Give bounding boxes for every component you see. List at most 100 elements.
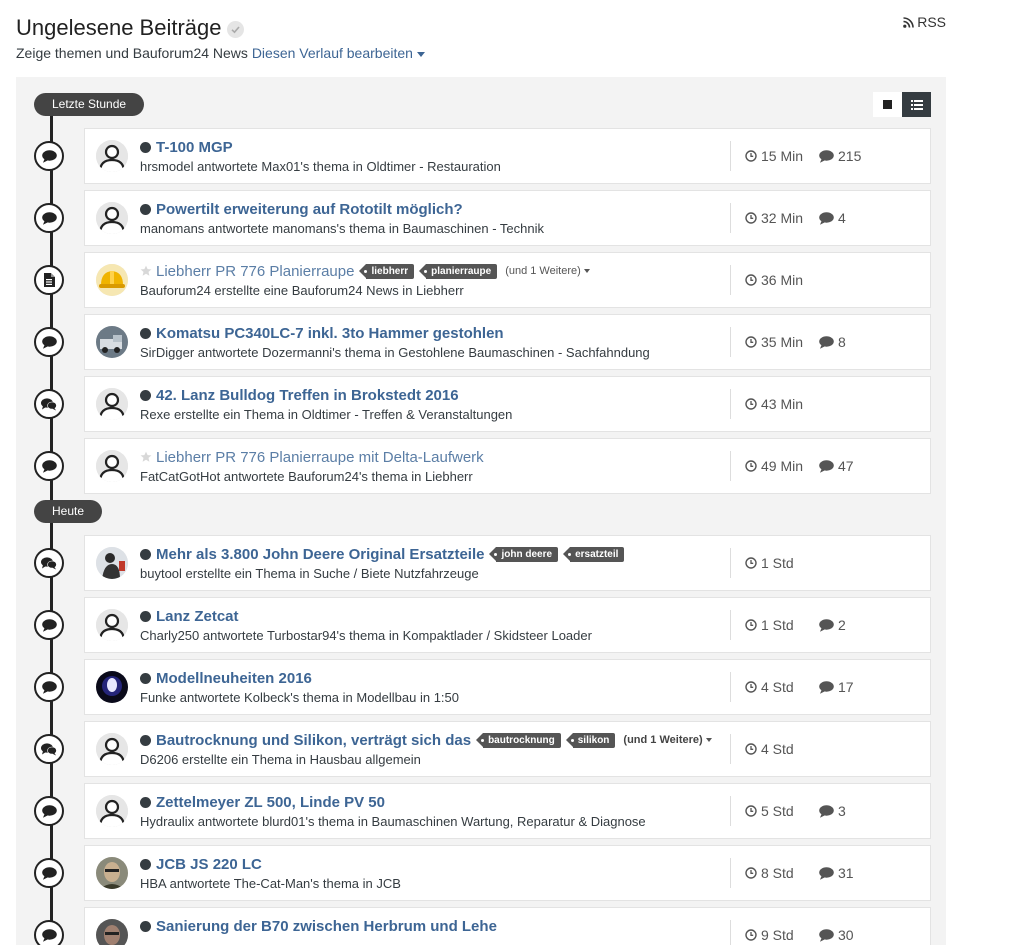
item-content: Bautrocknung und Silikon, verträgt sich … <box>140 730 720 768</box>
avatar[interactable] <box>96 388 128 420</box>
avatar[interactable] <box>96 795 128 827</box>
avatar[interactable] <box>96 264 128 296</box>
tag-badge[interactable]: john deere <box>489 546 559 562</box>
more-tags-toggle[interactable]: (und 1 Weitere) <box>505 265 590 277</box>
item-stats: 1 Std <box>730 548 819 578</box>
comments-icon <box>41 556 57 570</box>
page-subtitle: Zeige themen und Bauforum24 News Diesen … <box>16 44 946 62</box>
comment-icon <box>41 928 57 942</box>
rss-icon <box>903 16 915 28</box>
item-stats: 4 Std 17 <box>730 672 854 702</box>
item-title-link[interactable]: Bautrocknung und Silikon, verträgt sich … <box>156 732 471 749</box>
stream-item[interactable]: 42. Lanz Bulldog Treffen in Brokstedt 20… <box>34 376 931 432</box>
page-title: Ungelesene Beiträge <box>16 15 222 40</box>
avatar[interactable] <box>96 919 128 945</box>
stream-item[interactable]: Modellneuheiten 2016 Funke antwortete Kol… <box>34 659 931 715</box>
item-time: 9 Std <box>745 927 819 943</box>
stream-item[interactable]: Lanz Zetcat Charly250 antwortete Turbosta… <box>34 597 931 653</box>
stream-item[interactable]: Zettelmeyer ZL 500, Linde PV 50 Hydraulix… <box>34 783 931 839</box>
unread-indicator-icon <box>140 672 151 684</box>
item-time-text: 4 Std <box>761 741 794 757</box>
stream-item[interactable]: Bautrocknung und Silikon, verträgt sich … <box>34 721 931 777</box>
item-title-link[interactable]: Liebherr PR 776 Planierraupe <box>156 263 354 280</box>
item-replies: 2 <box>819 617 846 633</box>
unread-indicator-icon <box>140 796 151 808</box>
item-replies: 31 <box>819 865 854 881</box>
avatar[interactable] <box>96 671 128 703</box>
comment-icon <box>819 211 838 225</box>
unread-indicator-icon <box>140 734 151 746</box>
clock-icon <box>745 805 761 817</box>
check-icon[interactable] <box>227 20 245 38</box>
avatar[interactable] <box>96 857 128 889</box>
item-title-link[interactable]: JCB JS 220 LC <box>156 856 262 873</box>
comment-icon <box>819 149 838 163</box>
stream-item[interactable]: Liebherr PR 776 Planierraupe mit Delta-L… <box>34 438 931 494</box>
item-title-link[interactable]: Lanz Zetcat <box>156 608 239 625</box>
star-icon[interactable] <box>140 265 152 277</box>
edit-stream-link[interactable]: Diesen Verlauf bearbeiten <box>252 45 425 61</box>
avatar[interactable] <box>96 733 128 765</box>
tag-badge[interactable]: planierraupe <box>419 263 498 279</box>
avatar[interactable] <box>96 547 128 579</box>
item-snippet: Funke antwortete Kolbeck's thema in Mode… <box>140 690 460 705</box>
tag-badge[interactable]: silikon <box>565 732 616 748</box>
avatar[interactable] <box>96 202 128 234</box>
clock-icon <box>745 398 761 410</box>
timeline-comment-marker <box>34 141 64 171</box>
star-icon[interactable] <box>140 451 152 463</box>
item-time-text: 5 Std <box>761 803 794 819</box>
item-title-link[interactable]: Sanierung der B70 zwischen Herbrum und L… <box>156 918 497 935</box>
stream-item[interactable]: JCB JS 220 LC HBA antwortete The-Cat-Man'… <box>34 845 931 901</box>
unread-indicator-icon <box>140 327 151 339</box>
clock-icon <box>745 557 761 569</box>
tag-badge[interactable]: liebherr <box>359 263 415 279</box>
avatar[interactable] <box>96 140 128 172</box>
item-content: JCB JS 220 LC HBA antwortete The-Cat-Man'… <box>140 854 720 892</box>
item-time-text: 9 Std <box>761 927 794 943</box>
item-title-link[interactable]: T-100 MGP <box>156 139 233 156</box>
expanded-view-button[interactable] <box>873 92 902 117</box>
comment-icon <box>41 335 57 349</box>
item-stats: 8 Std 31 <box>730 858 854 888</box>
more-tags-toggle[interactable]: (und 1 Weitere) <box>623 734 712 746</box>
avatar[interactable] <box>96 326 128 358</box>
avatar[interactable] <box>96 609 128 641</box>
item-title-link[interactable]: Powertilt erweiterung auf Rototilt mögli… <box>156 201 463 218</box>
stream-item[interactable]: T-100 MGP hrsmodel antwortete Max01's the… <box>34 128 931 184</box>
caret-down-icon <box>705 738 712 742</box>
item-time: 49 Min <box>745 458 819 474</box>
stream-item[interactable]: Liebherr PR 776 Planierraupe liebherr plan… <box>34 252 931 308</box>
unread-indicator-icon <box>140 858 151 870</box>
comment-icon <box>819 618 838 632</box>
tag-badge[interactable]: bautrocknung <box>476 732 561 748</box>
rss-link[interactable]: RSS <box>903 14 946 30</box>
item-time: 4 Std <box>745 679 819 695</box>
item-title-link[interactable]: Komatsu PC340LC-7 inkl. 3to Hammer gesto… <box>156 325 504 342</box>
item-content: Zettelmeyer ZL 500, Linde PV 50 Hydraulix… <box>140 792 720 830</box>
stream-item[interactable]: Sanierung der B70 zwischen Herbrum und L… <box>34 907 931 945</box>
comment-icon <box>819 866 838 880</box>
more-tags-label: (und 1 Weitere) <box>505 265 581 277</box>
stream-item[interactable]: Mehr als 3.800 John Deere Original Ersat… <box>34 535 931 591</box>
square-icon <box>883 100 892 109</box>
item-title-link[interactable]: Liebherr PR 776 Planierraupe mit Delta-L… <box>156 449 484 466</box>
timeline-comment-marker <box>34 734 64 764</box>
condensed-view-button[interactable] <box>902 92 931 117</box>
item-title-link[interactable]: Modellneuheiten 2016 <box>156 670 312 687</box>
item-title-link[interactable]: Mehr als 3.800 John Deere Original Ersat… <box>156 546 484 563</box>
comment-icon <box>41 804 57 818</box>
tag-badge[interactable]: ersatzteil <box>563 546 625 562</box>
avatar[interactable] <box>96 450 128 482</box>
stream-item[interactable]: Komatsu PC340LC-7 inkl. 3to Hammer gesto… <box>34 314 931 370</box>
clock-icon <box>745 929 761 941</box>
stream-item[interactable]: Powertilt erweiterung auf Rototilt mögli… <box>34 190 931 246</box>
item-stats: 5 Std 3 <box>730 796 846 826</box>
item-stats: 49 Min 47 <box>730 451 854 481</box>
item-time-text: 32 Min <box>761 210 804 226</box>
comment-icon <box>819 680 838 694</box>
view-toggle <box>873 92 931 117</box>
item-title-link[interactable]: Zettelmeyer ZL 500, Linde PV 50 <box>156 794 385 811</box>
item-title-link[interactable]: 42. Lanz Bulldog Treffen in Brokstedt 20… <box>156 387 459 404</box>
item-time: 1 Std <box>745 617 819 633</box>
